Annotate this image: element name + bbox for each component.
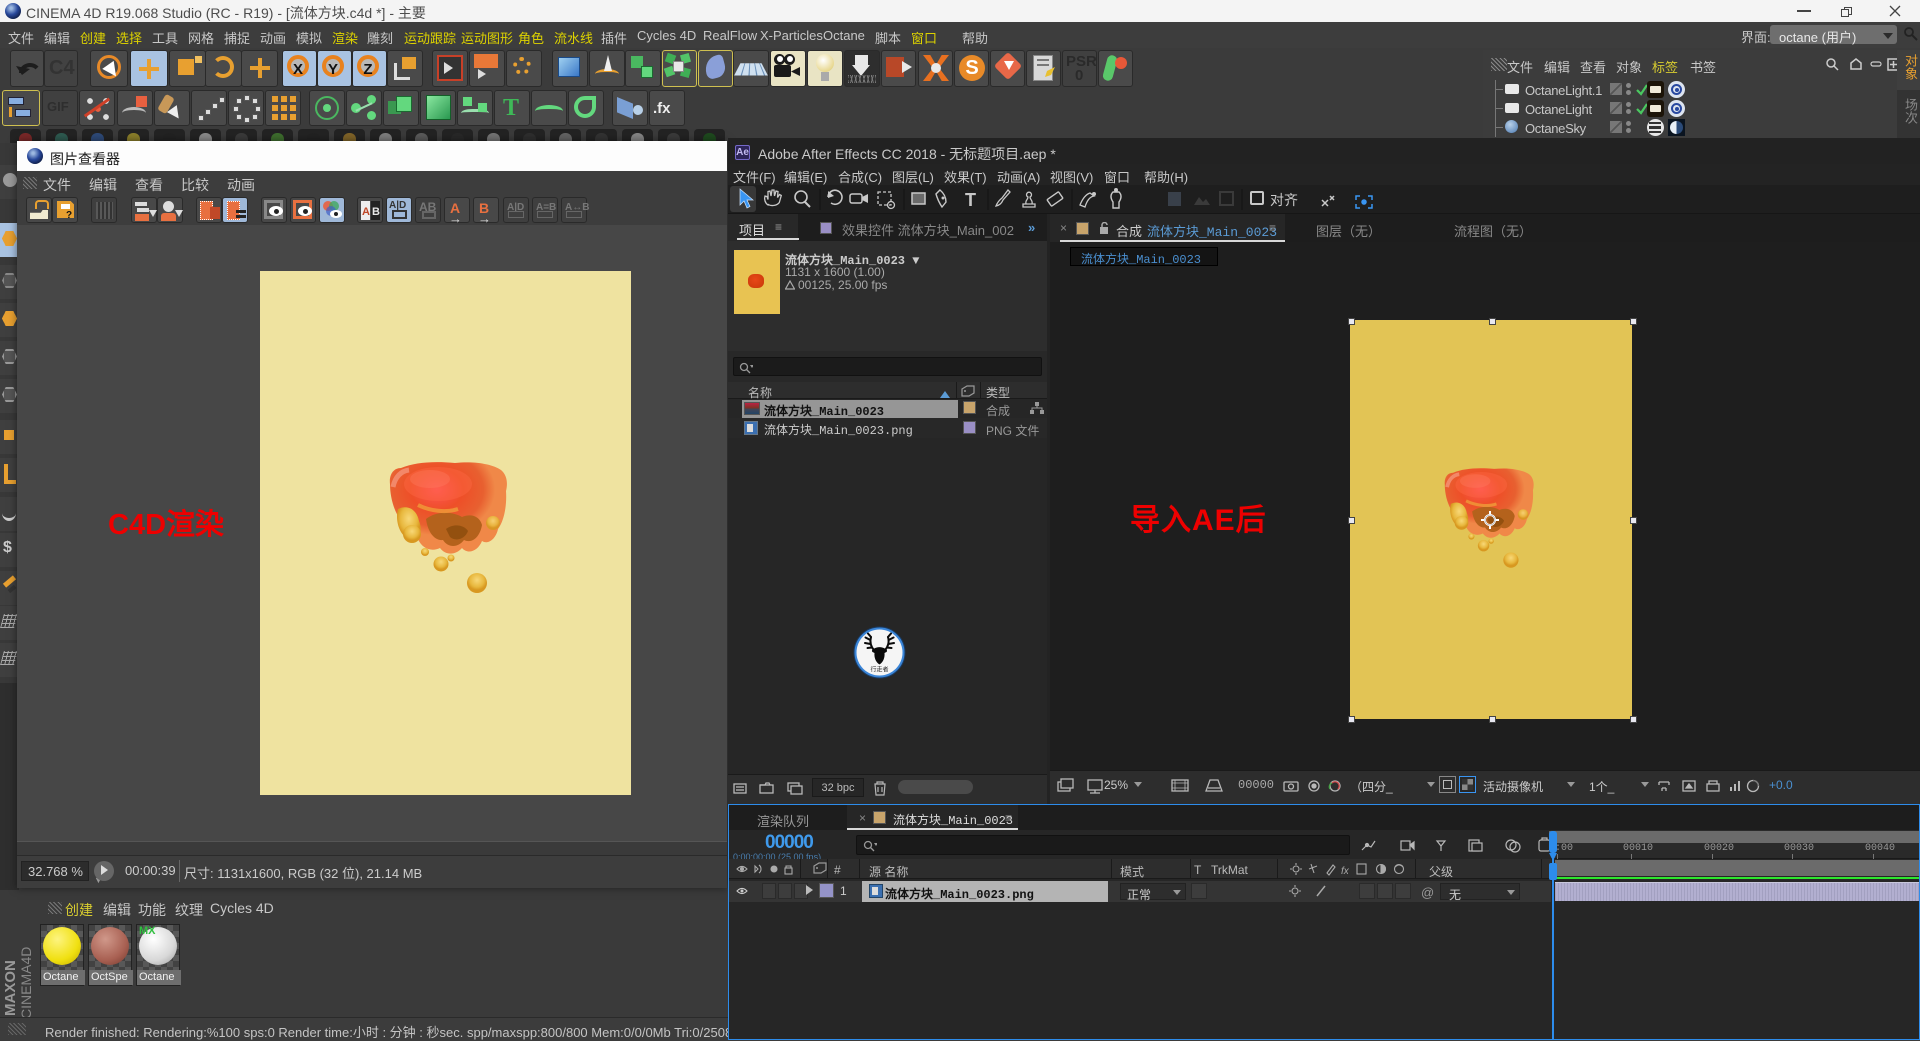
svg-text:fx: fx — [1341, 866, 1350, 877]
svg-text:行走者: 行走者 — [870, 666, 888, 674]
svg-text:T: T — [965, 190, 976, 210]
